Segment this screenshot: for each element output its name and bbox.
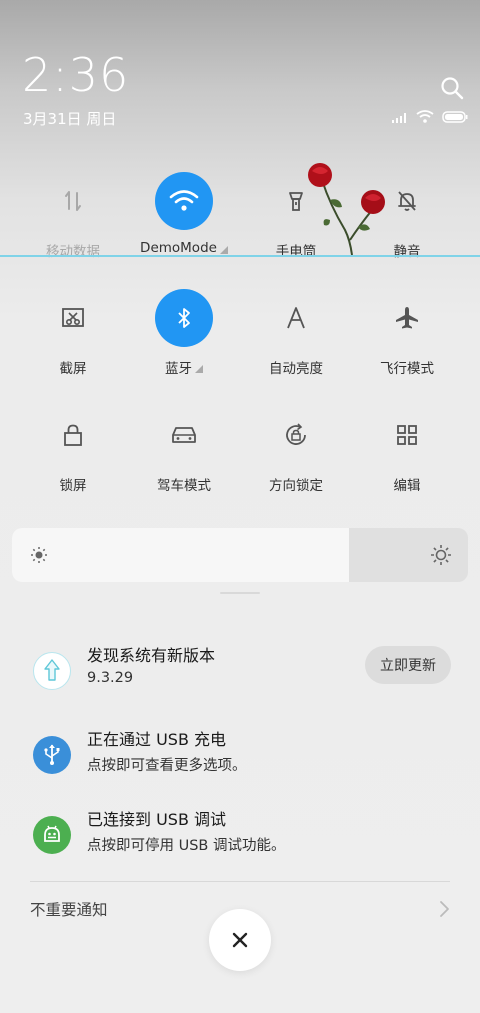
clock-time: 2:36 <box>22 48 130 102</box>
mobile-data-icon <box>44 172 102 230</box>
unimportant-notifications-link[interactable]: 不重要通知 <box>30 898 108 920</box>
notification-subtitle: 9.3.29 <box>87 670 134 686</box>
tile-label: 驾车模式 <box>157 478 211 494</box>
rotation-lock-icon <box>267 406 325 464</box>
panel-drag-handle[interactable] <box>220 592 260 594</box>
notification-subtitle: 点按即可停用 USB 调试功能。 <box>87 838 286 854</box>
tile-airplane[interactable]: 飞行模式 <box>347 289 467 399</box>
flashlight-icon <box>267 172 325 230</box>
chevron-right-icon[interactable] <box>437 899 451 923</box>
battery-icon <box>442 108 468 127</box>
tile-flashlight[interactable]: 手电筒 <box>236 172 356 282</box>
search-icon[interactable] <box>438 74 466 102</box>
tile-label: 静音 <box>393 244 421 260</box>
tile-bluetooth[interactable]: 蓝牙 <box>124 289 244 399</box>
grid-edit-icon <box>378 406 436 464</box>
usb-icon <box>33 736 71 774</box>
tile-label: DemoMode <box>140 240 217 256</box>
android-icon <box>33 816 71 854</box>
clock-date: 3月31日 周日 <box>23 110 117 128</box>
tile-label-wrap: DemoMode <box>140 240 228 256</box>
section-divider <box>30 881 450 882</box>
bluetooth-icon <box>155 289 213 347</box>
brightness-low-icon <box>30 546 48 568</box>
tile-label: 手电筒 <box>275 244 317 260</box>
screenshot-icon <box>44 289 102 347</box>
update-now-button[interactable]: 立即更新 <box>365 646 451 684</box>
notification-subtitle: 点按即可查看更多选项。 <box>87 758 247 774</box>
tile-label: 自动亮度 <box>269 361 323 377</box>
car-icon <box>155 406 213 464</box>
expand-triangle-icon[interactable] <box>219 245 228 254</box>
tile-label: 移动数据 <box>46 244 100 260</box>
tile-label: 编辑 <box>393 478 421 494</box>
expand-triangle-icon[interactable] <box>195 364 203 373</box>
tile-edit[interactable]: 编辑 <box>347 406 467 516</box>
tile-auto-brightness[interactable]: 自动亮度 <box>236 289 356 399</box>
tile-rotation-lock[interactable]: 方向锁定 <box>236 406 356 516</box>
notification-title: 发现系统有新版本 <box>87 646 216 665</box>
notification-title: 正在通过 USB 充电 <box>87 730 227 749</box>
wifi-icon <box>155 172 213 230</box>
signal-icon <box>392 108 408 127</box>
status-bar-icons <box>392 108 468 127</box>
tile-label: 截屏 <box>59 361 87 377</box>
tile-mute[interactable]: 静音 <box>347 172 467 282</box>
auto-brightness-icon <box>267 289 325 347</box>
wifi-status-icon <box>416 108 434 127</box>
tile-wifi[interactable]: DemoMode <box>124 172 244 282</box>
update-arrow-icon <box>33 652 71 690</box>
tile-label: 锁屏 <box>59 478 87 494</box>
panel-divider <box>0 255 480 257</box>
airplane-icon <box>378 289 436 347</box>
lock-icon <box>44 406 102 464</box>
tile-driving-mode[interactable]: 驾车模式 <box>124 406 244 516</box>
notification-title: 已连接到 USB 调试 <box>87 810 227 829</box>
tile-label-wrap: 蓝牙 <box>165 357 203 377</box>
clear-all-close-button[interactable] <box>209 909 271 971</box>
tile-label: 飞行模式 <box>380 361 434 377</box>
notification-usb-debugging[interactable]: 已连接到 USB 调试 点按即可停用 USB 调试功能。 <box>0 806 480 876</box>
tile-label: 蓝牙 <box>165 361 192 377</box>
notification-usb-charging[interactable]: 正在通过 USB 充电 点按即可查看更多选项。 <box>0 726 480 796</box>
tile-mobile-data[interactable]: 移动数据 <box>13 172 133 282</box>
brightness-slider[interactable] <box>12 528 468 582</box>
tile-screenshot[interactable]: 截屏 <box>13 289 133 399</box>
brightness-high-icon <box>430 544 452 570</box>
brightness-fill <box>12 528 350 582</box>
close-icon <box>232 932 248 948</box>
mute-bell-icon <box>378 172 436 230</box>
tile-label: 方向锁定 <box>269 478 323 494</box>
tile-lock-screen[interactable]: 锁屏 <box>13 406 133 516</box>
